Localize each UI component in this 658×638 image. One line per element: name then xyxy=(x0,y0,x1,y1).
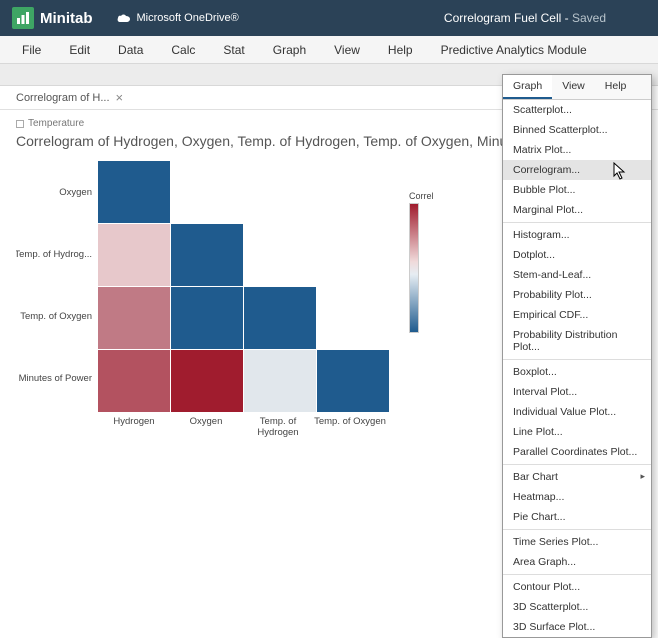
menu-item-probability-distribution-plot[interactable]: Probability Distribution Plot... xyxy=(503,325,651,357)
x-label: Temp. of Oxygen xyxy=(314,416,386,438)
heatmap-cell xyxy=(171,224,243,286)
popup-tab-view[interactable]: View xyxy=(552,75,595,99)
heatmap-cell xyxy=(244,350,316,412)
menu-item-marginal-plot[interactable]: Marginal Plot... xyxy=(503,200,651,220)
menu-item-binned-scatterplot[interactable]: Binned Scatterplot... xyxy=(503,120,651,140)
menu-calc[interactable]: Calc xyxy=(157,43,209,57)
menu-item-probability-plot[interactable]: Probability Plot... xyxy=(503,285,651,305)
popup-tabs: GraphViewHelp xyxy=(503,75,651,100)
menu-item-histogram[interactable]: Histogram... xyxy=(503,222,651,245)
menu-item-time-series-plot[interactable]: Time Series Plot... xyxy=(503,529,651,552)
heatmap-cell xyxy=(98,224,170,286)
heatmap-cell xyxy=(171,287,243,349)
heatmap-cell xyxy=(317,287,389,349)
heatmap-cell xyxy=(244,287,316,349)
menu-item-dotplot[interactable]: Dotplot... xyxy=(503,245,651,265)
heatmap-cell xyxy=(244,224,316,286)
menu-item-individual-value-plot[interactable]: Individual Value Plot... xyxy=(503,402,651,422)
heatmap-cell xyxy=(244,161,316,223)
title-bar: Minitab Microsoft OneDrive® Correlogram … xyxy=(0,0,658,36)
x-label: Oxygen xyxy=(170,416,242,438)
menu-item-correlogram[interactable]: Correlogram... xyxy=(503,160,651,180)
menu-edit[interactable]: Edit xyxy=(55,43,104,57)
heatmap-cell xyxy=(98,161,170,223)
heatmap-cell xyxy=(317,350,389,412)
menu-item-line-plot[interactable]: Line Plot... xyxy=(503,422,651,442)
popup-tab-graph[interactable]: Graph xyxy=(503,75,552,99)
app-name: Minitab xyxy=(40,10,93,27)
document-title: Correlogram Fuel Cell - Saved xyxy=(444,11,606,25)
menu-view[interactable]: View xyxy=(320,43,374,57)
menu-item-scatterplot[interactable]: Scatterplot... xyxy=(503,100,651,120)
y-label: Oxygen xyxy=(16,161,98,223)
menu-item-bar-chart[interactable]: Bar Chart xyxy=(503,464,651,487)
heatmap-cell xyxy=(171,161,243,223)
menu-bar: FileEditDataCalcStatGraphViewHelpPredict… xyxy=(0,36,658,64)
y-label: Temp. of Hydrog... xyxy=(16,223,98,285)
menu-predictive-analytics-module[interactable]: Predictive Analytics Module xyxy=(427,43,601,57)
x-label: Hydrogen xyxy=(98,416,170,438)
heatmap-cell xyxy=(98,350,170,412)
heatmap-cell xyxy=(98,287,170,349)
menu-graph[interactable]: Graph xyxy=(259,43,320,57)
menu-item-area-graph[interactable]: Area Graph... xyxy=(503,552,651,572)
y-label: Temp. of Oxygen xyxy=(16,285,98,347)
crumb-icon xyxy=(16,120,24,128)
x-axis-labels: HydrogenOxygenTemp. of HydrogenTemp. of … xyxy=(98,416,389,438)
heatmap-cell xyxy=(317,224,389,286)
menu-item-empirical-cdf[interactable]: Empirical CDF... xyxy=(503,305,651,325)
heatmap-cell xyxy=(171,350,243,412)
menu-item-parallel-coordinates-plot[interactable]: Parallel Coordinates Plot... xyxy=(503,442,651,462)
menu-item-3d-scatterplot[interactable]: 3D Scatterplot... xyxy=(503,597,651,617)
x-label: Temp. of Hydrogen xyxy=(242,416,314,438)
close-icon[interactable]: × xyxy=(116,90,124,105)
heatmap-cell xyxy=(317,161,389,223)
menu-item-stem-and-leaf[interactable]: Stem-and-Leaf... xyxy=(503,265,651,285)
menu-data[interactable]: Data xyxy=(104,43,157,57)
menu-item-interval-plot[interactable]: Interval Plot... xyxy=(503,382,651,402)
y-label: Minutes of Power xyxy=(16,347,98,409)
menu-help[interactable]: Help xyxy=(374,43,427,57)
menu-stat[interactable]: Stat xyxy=(209,43,258,57)
menu-item-pie-chart[interactable]: Pie Chart... xyxy=(503,507,651,527)
menu-item-boxplot[interactable]: Boxplot... xyxy=(503,359,651,382)
menu-file[interactable]: File xyxy=(8,43,55,57)
onedrive-icon xyxy=(117,13,131,23)
graph-menu-popup: GraphViewHelp Scatterplot...Binned Scatt… xyxy=(502,74,652,638)
color-legend: Correl xyxy=(409,191,434,333)
legend-gradient xyxy=(409,203,419,333)
heatmap-cells xyxy=(98,161,389,412)
minitab-logo-icon xyxy=(12,7,34,29)
popup-menu-list: Scatterplot...Binned Scatterplot...Matri… xyxy=(503,100,651,637)
popup-tab-help[interactable]: Help xyxy=(595,75,637,99)
storage-location[interactable]: Microsoft OneDrive® xyxy=(117,12,239,24)
menu-item-bubble-plot[interactable]: Bubble Plot... xyxy=(503,180,651,200)
document-tab[interactable]: Correlogram of H... × xyxy=(8,90,131,105)
menu-item-contour-plot[interactable]: Contour Plot... xyxy=(503,574,651,597)
menu-item-heatmap[interactable]: Heatmap... xyxy=(503,487,651,507)
menu-item-matrix-plot[interactable]: Matrix Plot... xyxy=(503,140,651,160)
menu-item-3d-surface-plot[interactable]: 3D Surface Plot... xyxy=(503,617,651,637)
y-axis-labels: OxygenTemp. of Hydrog...Temp. of OxygenM… xyxy=(16,161,98,412)
